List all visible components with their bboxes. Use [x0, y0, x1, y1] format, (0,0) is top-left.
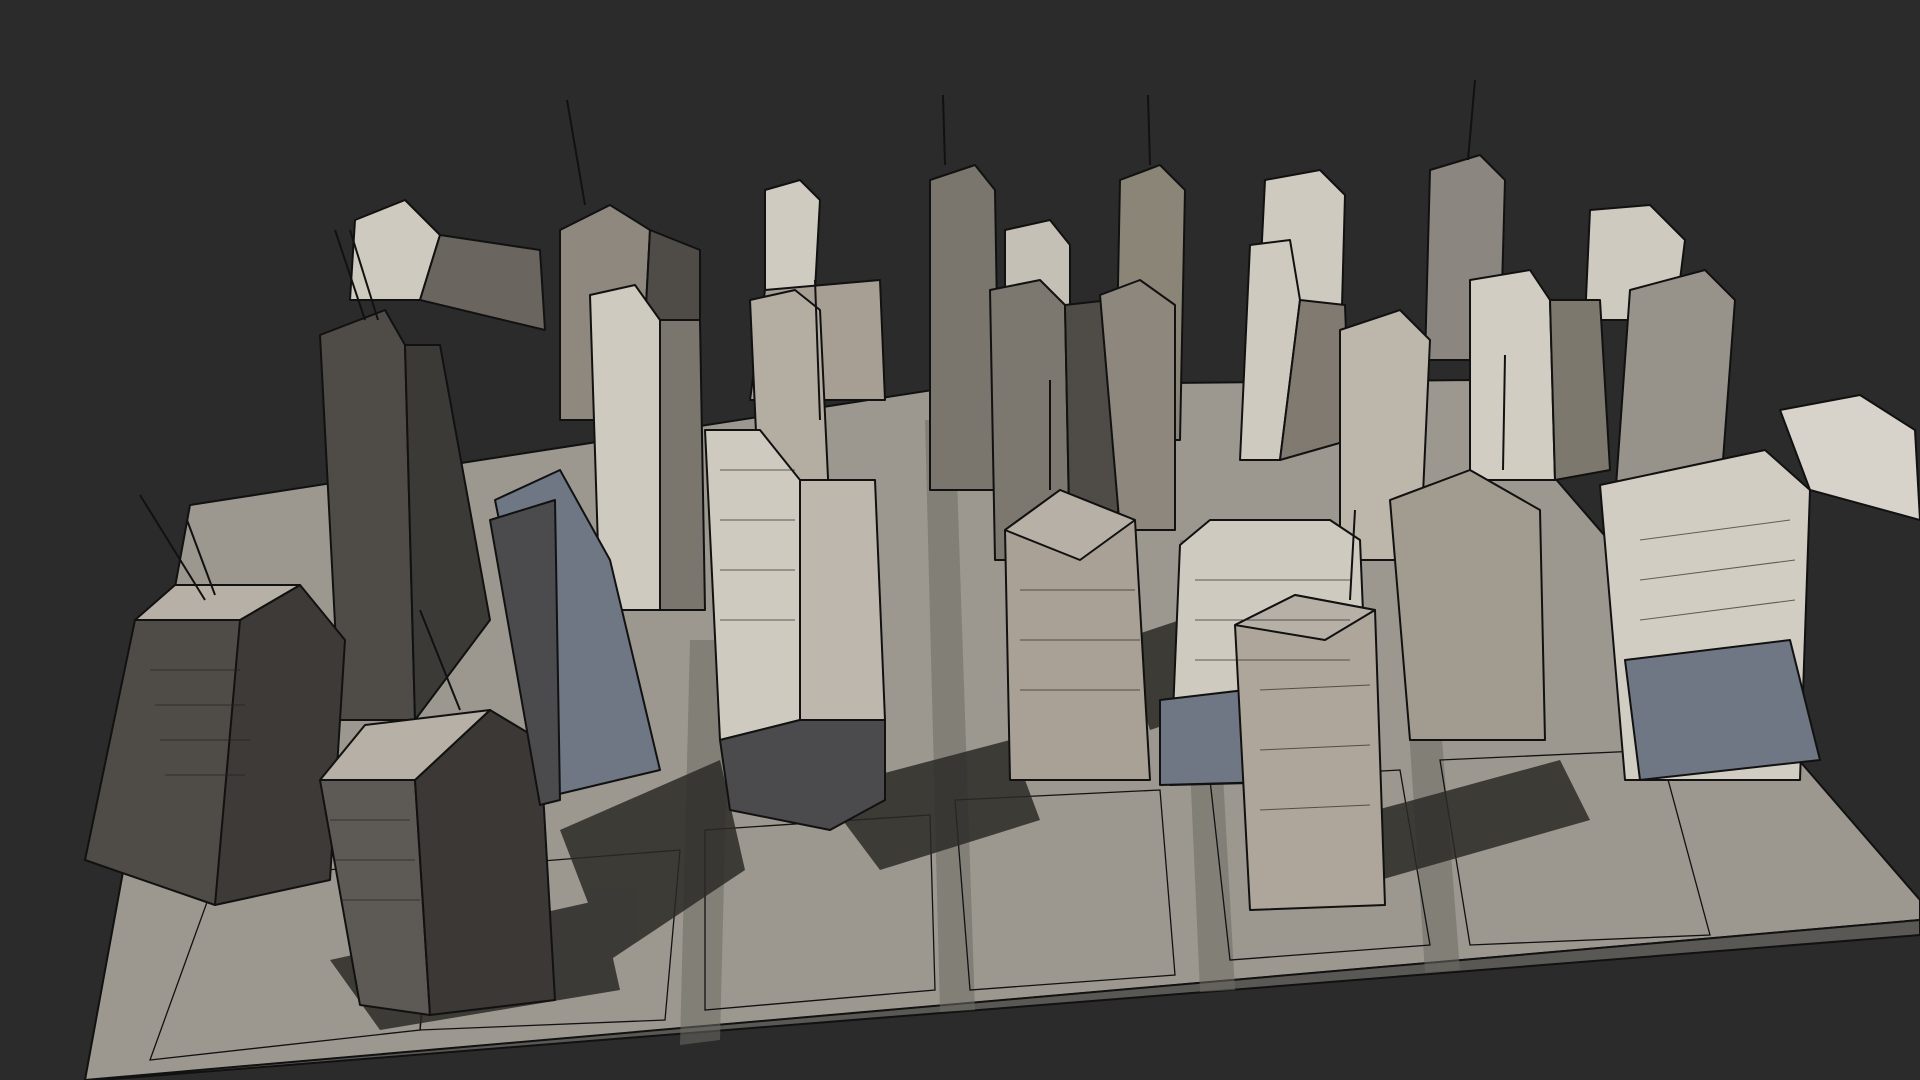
city-model-scene[interactable]: [0, 0, 1920, 1080]
tower-b1: [349, 199, 546, 331]
tower-m8: [1469, 269, 1611, 481]
3d-viewport[interactable]: [0, 0, 1920, 1080]
